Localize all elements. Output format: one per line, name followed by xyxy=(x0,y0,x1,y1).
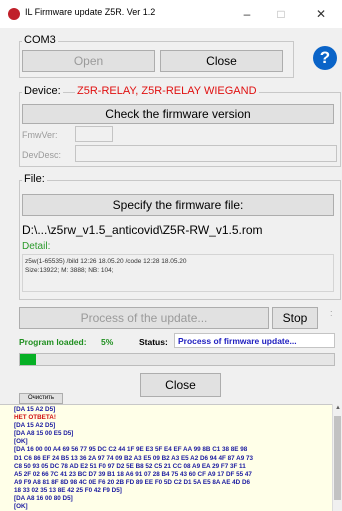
log-line: D1 C6 86 EF 24 B5 13 36 2A 97 74 09 B2 A… xyxy=(14,454,253,462)
log-line: A9 F9 A8 81 8F 8D 98 4C 0E F6 20 2B FD 8… xyxy=(14,478,251,486)
detail-line: z5w(1-65535) /bild 12:26 18.05.20 /code … xyxy=(25,258,187,265)
log-line: [OK] xyxy=(14,438,28,446)
log-line: [DA 15 A2 D5] xyxy=(14,422,56,430)
device-name: Z5R-RELAY, Z5R-RELAY WIEGAND xyxy=(75,85,259,97)
log-panel[interactable]: [DA 15 A2 D5] НЕТ ОТВЕТА! [DA 15 A2 D5] [DA… xyxy=(0,404,332,511)
detail-label: Detail: xyxy=(22,241,51,252)
com-port-label: COM3 xyxy=(22,34,58,46)
scroll-thumb[interactable] xyxy=(334,416,341,500)
fmw-ver-field xyxy=(75,126,113,142)
title-bar: IL Firmware update Z5R. Ver 1.2 – □ ✕ xyxy=(0,0,342,28)
dev-desc-field xyxy=(75,145,337,162)
status-label: Status: xyxy=(139,337,168,347)
device-label: Device: xyxy=(22,85,63,97)
open-port-button[interactable]: Open xyxy=(22,50,155,72)
close-button[interactable]: Close xyxy=(140,373,221,397)
log-line: [DA A8 15 00 E5 D5] xyxy=(14,430,74,438)
window-title: IL Firmware update Z5R. Ver 1.2 xyxy=(25,7,156,17)
fmw-ver-label: FmwVer: xyxy=(22,130,58,140)
program-loaded-label: Program loaded: xyxy=(19,337,87,347)
log-lines: [DA 15 A2 D5] НЕТ ОТВЕТА! [DA 15 A2 D5] [DA… xyxy=(14,406,253,511)
file-label: File: xyxy=(22,173,47,185)
help-icon[interactable]: ? xyxy=(313,46,337,70)
close-window-button[interactable]: ✕ xyxy=(306,2,336,26)
log-line: [DA 16 00 00 A4 69 56 77 95 DC C2 44 1F … xyxy=(14,446,248,454)
log-line: [DA A8 16 00 80 D5] xyxy=(14,495,73,503)
log-scrollbar[interactable]: ▲ xyxy=(332,404,342,511)
log-line: НЕТ ОТВЕТА! xyxy=(14,414,56,422)
maximize-button[interactable]: □ xyxy=(266,2,296,26)
process-update-button[interactable]: Process of the update... xyxy=(19,307,269,329)
stop-button[interactable]: Stop xyxy=(272,307,318,329)
clear-log-button[interactable]: Очистить xyxy=(19,393,63,404)
log-line: C8 50 93 05 DC 78 AD E2 51 F0 97 D2 5E B… xyxy=(14,462,246,470)
log-line: A5 2F 02 66 7C 41 23 BC D7 39 B1 18 A6 9… xyxy=(14,470,252,478)
dev-desc-label: DevDesc: xyxy=(22,150,62,160)
progress-bar xyxy=(19,353,335,366)
overflow-marker: : xyxy=(330,308,333,318)
detail-box: z5w(1-65535) /bild 12:26 18.05.20 /code … xyxy=(22,254,334,292)
app-icon xyxy=(8,8,20,20)
log-line: [DA 15 A2 D5] xyxy=(14,406,56,413)
program-loaded-value: 5% xyxy=(101,337,114,347)
firmware-path: D:\...\z5rw_v1.5_anticovid\Z5R-RW_v1.5.r… xyxy=(22,223,263,237)
minimize-button[interactable]: – xyxy=(232,2,262,26)
scroll-up-icon[interactable]: ▲ xyxy=(334,405,342,413)
progress-fill xyxy=(20,354,36,365)
detail-line: Size:13922; M: 3888; NB: 104; xyxy=(25,267,114,274)
log-line: 18 33 02 35 13 8E 42 25 F0 42 F9 D5] xyxy=(14,486,122,494)
log-line: [OK] xyxy=(14,503,28,511)
status-value: Process of firmware update... xyxy=(174,333,335,348)
close-port-button[interactable]: Close xyxy=(160,50,283,72)
specify-firmware-button[interactable]: Specify the firmware file: xyxy=(22,194,334,216)
check-firmware-button[interactable]: Check the firmware version xyxy=(22,104,334,124)
